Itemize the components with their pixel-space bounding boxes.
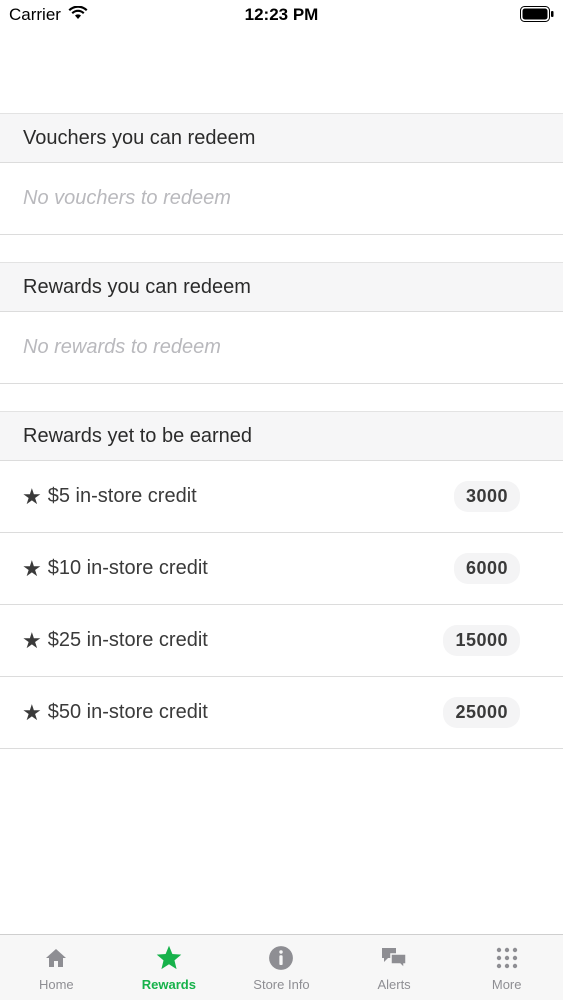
points-badge: 6000 [453,553,520,584]
reward-label: $25 in-store credit [47,629,208,651]
rewards-list: Vouchers you can redeem No vouchers to r… [0,113,563,749]
vouchers-section-header: Vouchers you can redeem [0,113,563,163]
reward-label: $10 in-store credit [47,557,208,579]
tab-home[interactable]: Home [0,935,113,1000]
home-icon [44,943,68,973]
chat-bubbles-icon [380,943,408,973]
tab-label: Rewards [141,977,196,992]
reward-left: ★ $50 in-store credit [22,700,208,726]
vouchers-empty-row: No vouchers to redeem [0,163,563,235]
reward-row-10[interactable]: ★ $10 in-store credit 6000 [0,533,563,605]
tab-label: Alerts [377,977,411,992]
reward-row-50[interactable]: ★ $50 in-store credit 25000 [0,677,563,749]
star-icon [155,943,183,973]
points-badge: 3000 [453,481,520,512]
points-badge: 15000 [443,625,520,656]
star-icon: ★ [22,699,42,725]
reward-row-5[interactable]: ★ $5 in-store credit 3000 [0,461,563,533]
status-time: 12:23 PM [244,5,319,24]
tab-store-info[interactable]: Store Info [225,935,338,1000]
tab-label: More [491,977,522,992]
reward-left: ★ $10 in-store credit [22,556,208,582]
info-icon [268,943,294,973]
tab-bar: Home Rewards Store Info Alerts More [0,934,563,1000]
reward-label: $50 in-store credit [47,701,208,723]
rewards-empty-row: No rewards to redeem [0,312,563,384]
battery-icon [520,6,554,27]
star-icon: ★ [22,555,42,581]
reward-row-25[interactable]: ★ $25 in-store credit 15000 [0,605,563,677]
tab-label: Home [38,977,74,992]
status-bar: Carrier 12:23 PM [0,0,563,30]
rewards-section-header: Rewards you can redeem [0,262,563,312]
tab-more[interactable]: More [450,935,563,1000]
earn-section-header: Rewards yet to be earned [0,411,563,461]
star-icon: ★ [22,483,42,509]
points-badge: 25000 [443,697,520,728]
star-icon: ★ [22,627,42,653]
tab-rewards[interactable]: Rewards [113,935,226,1000]
reward-left: ★ $25 in-store credit [22,628,208,654]
tab-label: Store Info [253,977,310,992]
grid-dots-icon [496,943,518,973]
reward-label: $5 in-store credit [47,485,197,507]
reward-left: ★ $5 in-store credit [22,484,197,510]
tab-alerts[interactable]: Alerts [338,935,451,1000]
